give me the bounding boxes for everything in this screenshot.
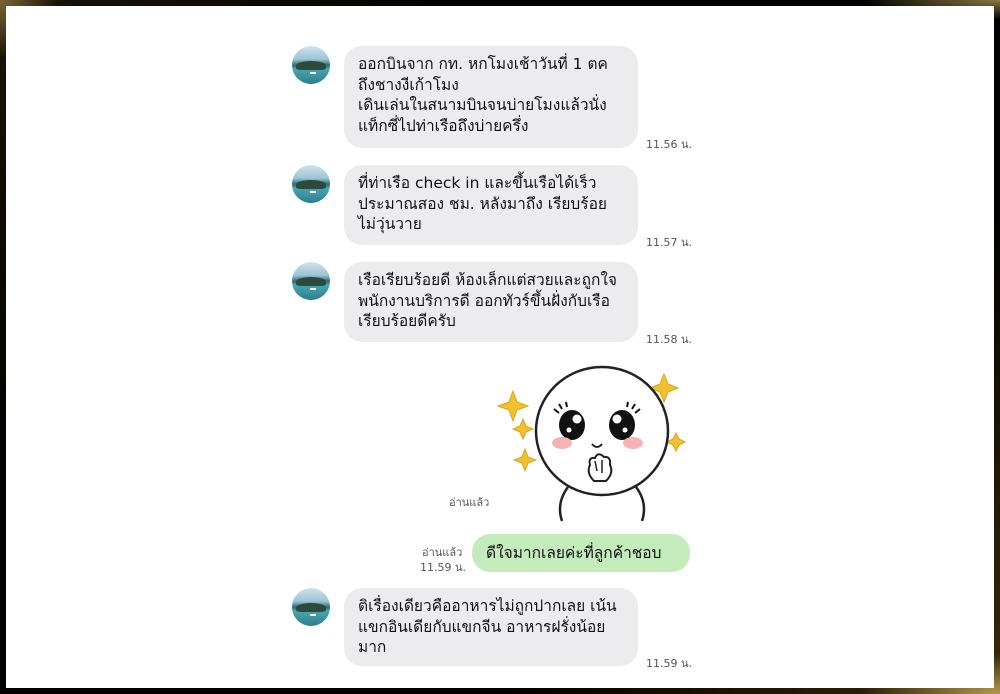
incoming-message-bubble: ที่ท่าเรือ check in และขึ้นเรือได้เร็ว ป… (344, 165, 638, 245)
avatar[interactable] (292, 165, 330, 203)
message-line: พนักงานบริการดี ออกทัวร์ขึ้นฝั่งกับเรือ (358, 291, 610, 310)
sparkle-icon (511, 417, 535, 441)
read-receipt: อ่านแล้ว (449, 496, 490, 509)
outgoing-message-bubble: ดีใจมากเลยค่ะที่ลูกค้าชอบ (472, 534, 690, 572)
message-line: ที่ท่าเรือ check in และขึ้นเรือได้เร็ว (358, 174, 597, 192)
photo-frame: ออกบินจาก กท. หกโมงเช้าวันที่ 1 ตค ถึงชา… (0, 0, 1000, 694)
message-line: เรือเรียบร้อยดี ห้องเล็กแต่สวยและถูกใจ (358, 271, 617, 289)
message-line: ถึงชางงีเก้าโมง (358, 75, 459, 94)
message-timestamp: 11.56 น. (646, 138, 693, 151)
message-line: ไม่วุ่นวาย (358, 215, 422, 233)
avatar[interactable] (292, 46, 330, 84)
message-line: เรียบร้อยดีครับ (358, 312, 456, 330)
message-timestamp: 11.58 น. (646, 333, 693, 346)
message-line: เดินเล่นในสนามบินจนบ่ายโมงแล้วนั่ง (358, 96, 607, 114)
message-timestamp: 11.59 น. (420, 561, 467, 574)
happy-face-sticker[interactable] (496, 361, 696, 523)
message-line: ติเรื่องเดียวคืออาหารไม่ถูกปากเลย เน้น (358, 597, 617, 615)
chat-panel: ออกบินจาก กท. หกโมงเช้าวันที่ 1 ตค ถึงชา… (6, 6, 994, 688)
message-line: แขกอินเดียกับแขกจีน อาหารฝรั่งน้อย (358, 617, 606, 636)
incoming-message-bubble: เรือเรียบร้อยดี ห้องเล็กแต่สวยและถูกใจ พ… (344, 262, 638, 342)
sparkle-icon (665, 431, 687, 453)
sparkle-icon (512, 447, 538, 473)
message-line: ออกบินจาก กท. หกโมงเช้าวันที่ 1 ตค (358, 55, 608, 73)
incoming-message-bubble: ออกบินจาก กท. หกโมงเช้าวันที่ 1 ตค ถึงชา… (344, 46, 638, 148)
avatar[interactable] (292, 588, 330, 626)
message-timestamp: 11.57 น. (646, 236, 693, 249)
message-line: มาก (358, 638, 387, 656)
incoming-message-bubble: ติเรื่องเดียวคืออาหารไม่ถูกปากเลย เน้น แ… (344, 588, 638, 666)
message-line: ประมาณสอง ชม. หลังมาถึง เรียบร้อย (358, 194, 607, 213)
avatar[interactable] (292, 262, 330, 300)
message-timestamp: 11.59 น. (646, 657, 693, 670)
sparkle-icon (496, 389, 530, 423)
message-line: แท็กซี่ไปท่าเรือถึงบ่ายครึ่ง (358, 116, 529, 135)
